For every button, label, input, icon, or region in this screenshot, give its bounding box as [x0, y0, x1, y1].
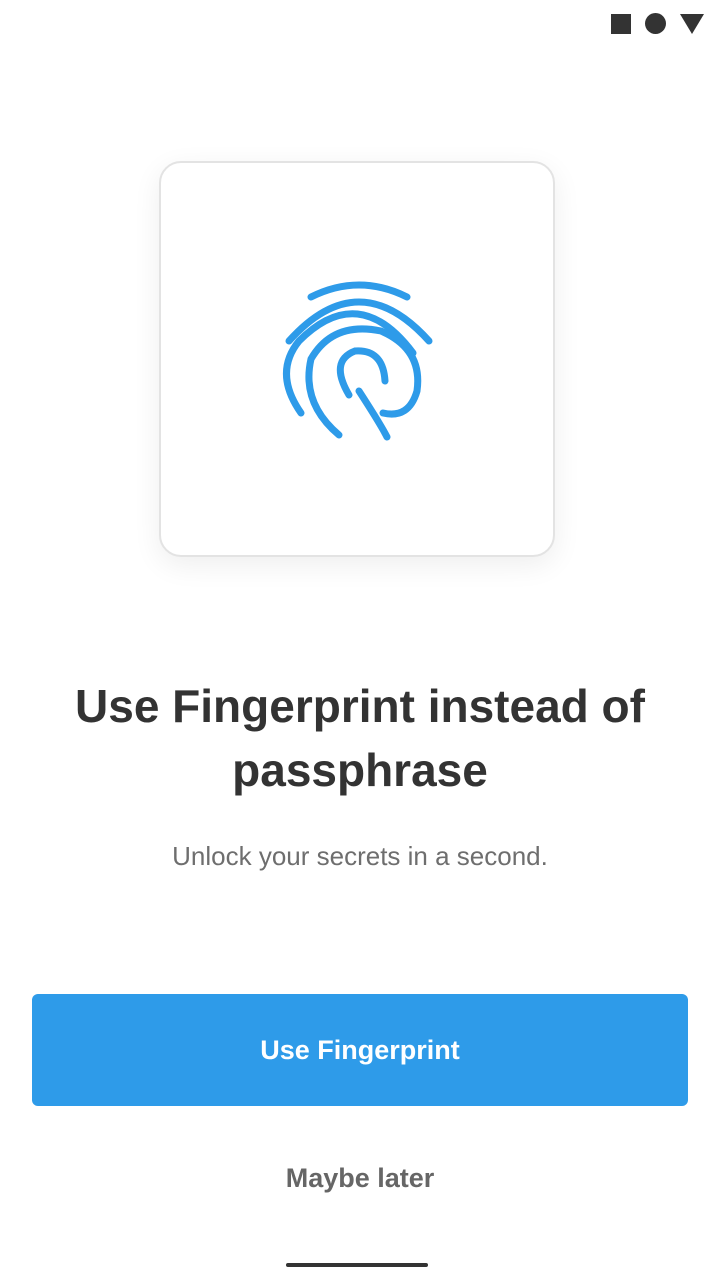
fingerprint-card — [159, 161, 555, 557]
fingerprint-setup-screen: Use Fingerprint instead of passphrase Un… — [0, 0, 720, 1280]
maybe-later-button[interactable]: Maybe later — [160, 1150, 560, 1206]
fingerprint-icon — [283, 281, 433, 441]
circle-icon — [645, 13, 666, 34]
home-indicator — [286, 1263, 428, 1267]
page-subtitle: Unlock your secrets in a second. — [172, 841, 548, 871]
page-title: Use Fingerprint instead of passphrase — [75, 680, 645, 796]
status-bar-icons — [611, 13, 704, 34]
triangle-down-icon — [680, 13, 704, 34]
square-icon — [611, 13, 631, 34]
use-fingerprint-button[interactable]: Use Fingerprint — [32, 994, 688, 1106]
